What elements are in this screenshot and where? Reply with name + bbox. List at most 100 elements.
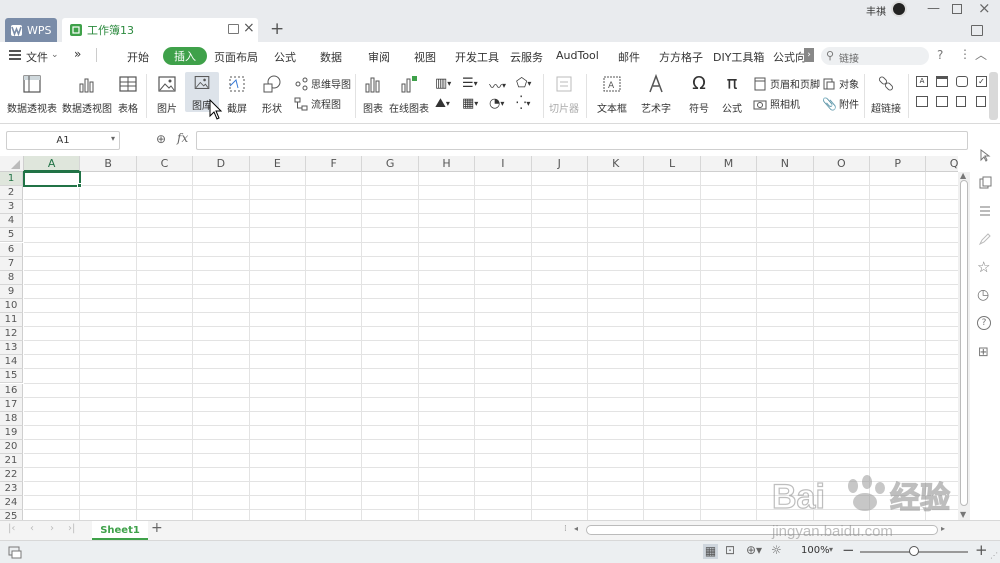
row-header-16[interactable]: 16 bbox=[0, 383, 23, 398]
column-header-f[interactable]: F bbox=[306, 156, 363, 172]
row-header-18[interactable]: 18 bbox=[0, 411, 23, 426]
chevron-down-icon[interactable]: ▾ bbox=[111, 134, 115, 143]
zoom-in-button[interactable]: + bbox=[975, 541, 988, 559]
column-header-e[interactable]: E bbox=[249, 156, 306, 172]
column-chart-dropdown[interactable]: ▥ ▾ bbox=[435, 76, 451, 91]
page-layout-view-icon[interactable]: ⊡ bbox=[725, 543, 735, 557]
ribbon-scrollbar[interactable] bbox=[989, 72, 998, 120]
new-tab-button[interactable]: + bbox=[270, 19, 284, 39]
pivot-table-button[interactable]: 数据透视表 bbox=[7, 74, 57, 115]
star-icon[interactable]: ☆ bbox=[977, 258, 990, 276]
menu-developer[interactable]: 开发工具 bbox=[455, 49, 499, 65]
filter-icon[interactable] bbox=[978, 204, 992, 218]
menu-review[interactable]: 审阅 bbox=[368, 49, 390, 65]
tab-wps[interactable]: WPS bbox=[5, 18, 57, 42]
edit-icon[interactable] bbox=[978, 232, 992, 246]
window-icon[interactable] bbox=[936, 76, 948, 87]
formula-input[interactable] bbox=[196, 131, 968, 150]
first-sheet-icon[interactable]: |‹ bbox=[8, 523, 15, 534]
select-pointer-icon[interactable] bbox=[978, 148, 992, 162]
minimize-icon[interactable]: — bbox=[927, 1, 940, 16]
menu-data[interactable]: 数据 bbox=[320, 49, 342, 65]
row-header-11[interactable]: 11 bbox=[0, 313, 23, 328]
add-sheet-button[interactable]: + bbox=[151, 520, 163, 536]
textbox-button[interactable]: A 文本框 bbox=[594, 74, 630, 115]
row-header-12[interactable]: 12 bbox=[0, 327, 23, 342]
row-header-21[interactable]: 21 bbox=[0, 454, 23, 469]
select-all-corner[interactable] bbox=[0, 156, 24, 172]
close-tab-icon[interactable]: × bbox=[243, 20, 255, 36]
scroll-up-icon[interactable]: ▲ bbox=[960, 171, 966, 180]
column-header-d[interactable]: D bbox=[193, 156, 250, 172]
page-break-view-icon[interactable]: ⊕▾ bbox=[746, 543, 762, 557]
list-control-icon[interactable] bbox=[916, 96, 928, 107]
vertical-scrollbar[interactable]: ▲ ▼ bbox=[958, 171, 970, 522]
menu-mail[interactable]: 邮件 bbox=[618, 49, 640, 65]
menu-insert[interactable]: 插入 bbox=[163, 47, 207, 65]
column-header-m[interactable]: M bbox=[700, 156, 758, 172]
form-control-icon[interactable]: A bbox=[916, 76, 928, 87]
user-name[interactable]: 丰祺 bbox=[866, 3, 886, 18]
scroll-down-icon[interactable]: ▼ bbox=[960, 510, 966, 519]
help-circle-icon[interactable]: ? bbox=[977, 316, 991, 330]
apps-icon[interactable]: ⊞ bbox=[978, 345, 989, 360]
row-header-9[interactable]: 9 bbox=[0, 284, 23, 299]
zoom-search-icon[interactable]: ⊕ bbox=[156, 132, 166, 146]
row-header-1[interactable]: 1 bbox=[0, 172, 23, 187]
shapes-button[interactable]: 形状 bbox=[257, 74, 287, 115]
slicer-button[interactable]: 切片器 bbox=[548, 74, 580, 115]
restore-tab-icon[interactable] bbox=[228, 24, 239, 34]
spin-control-icon[interactable] bbox=[976, 96, 986, 107]
row-header-2[interactable]: 2 bbox=[0, 186, 23, 201]
menu-more[interactable]: » bbox=[74, 47, 81, 61]
column-header-q[interactable]: Q bbox=[926, 156, 958, 172]
row-header-24[interactable]: 24 bbox=[0, 496, 23, 511]
row-header-8[interactable]: 8 bbox=[0, 270, 23, 285]
column-header-g[interactable]: G bbox=[362, 156, 419, 172]
camera-button[interactable]: 照相机 bbox=[753, 96, 800, 111]
symbol-button[interactable]: Ω 符号 bbox=[684, 74, 714, 116]
prev-sheet-icon[interactable]: ‹ bbox=[30, 523, 34, 534]
horizontal-scrollbar[interactable] bbox=[586, 525, 938, 535]
flowchart-button[interactable]: 流程图 bbox=[294, 96, 341, 111]
more-options-icon[interactable]: ⋮ bbox=[959, 47, 971, 61]
tab-split-handle[interactable]: ⁞ bbox=[564, 524, 567, 534]
row-header-22[interactable]: 22 bbox=[0, 468, 23, 483]
menu-page-layout[interactable]: 页面布局 bbox=[214, 49, 258, 65]
column-header-o[interactable]: O bbox=[813, 156, 870, 172]
zoom-level[interactable]: 100% bbox=[801, 545, 830, 556]
tab-document[interactable]: 工作簿13 × bbox=[62, 18, 258, 42]
scroll-thumb[interactable] bbox=[960, 180, 968, 506]
reading-mode-icon[interactable]: ☼ bbox=[771, 543, 782, 557]
row-header-10[interactable]: 10 bbox=[0, 298, 23, 313]
column-header-k[interactable]: K bbox=[588, 156, 645, 172]
wordart-button[interactable]: 艺术字 bbox=[638, 74, 674, 115]
menu-formula[interactable]: 公式 bbox=[274, 49, 296, 65]
row-header-17[interactable]: 17 bbox=[0, 397, 23, 412]
column-header-n[interactable]: N bbox=[757, 156, 814, 172]
row-header-14[interactable]: 14 bbox=[0, 355, 23, 370]
column-header-h[interactable]: H bbox=[418, 156, 476, 172]
online-chart-button[interactable]: 在线图表 bbox=[389, 74, 429, 115]
row-header-19[interactable]: 19 bbox=[0, 425, 23, 440]
menu-audtool[interactable]: AudTool bbox=[556, 49, 599, 62]
row-header-4[interactable]: 4 bbox=[0, 214, 23, 229]
column-header-c[interactable]: C bbox=[136, 156, 194, 172]
fx-label[interactable]: fx bbox=[177, 131, 188, 145]
chevron-down-icon[interactable]: ▾ bbox=[829, 545, 833, 554]
chart-button[interactable]: 图表 bbox=[360, 74, 386, 115]
picture-button[interactable]: 图片 bbox=[152, 74, 182, 115]
sheet-tab-sheet1[interactable]: Sheet1 bbox=[92, 521, 148, 540]
header-footer-button[interactable]: 页眉和页脚 bbox=[753, 76, 820, 91]
grid-control-icon[interactable] bbox=[936, 96, 948, 107]
frame-icon[interactable] bbox=[956, 76, 968, 87]
menu-cloud[interactable]: 云服务 bbox=[510, 49, 543, 65]
object-button[interactable]: 对象 bbox=[822, 76, 859, 91]
zoom-slider-thumb[interactable] bbox=[909, 546, 919, 556]
menu-fangfang[interactable]: 方方格子 bbox=[659, 49, 703, 65]
mindmap-button[interactable]: 思维导图 bbox=[294, 76, 351, 91]
macro-record-icon[interactable] bbox=[8, 545, 22, 559]
column-header-l[interactable]: L bbox=[644, 156, 701, 172]
spreadsheet-grid[interactable]: ABCDEFGHIJKLMNOPQ 1 2 3 4 5 6 7 8 9 10 11 12 13 14 15 1… bbox=[0, 156, 958, 522]
normal-view-icon[interactable]: ▦ bbox=[703, 544, 718, 559]
